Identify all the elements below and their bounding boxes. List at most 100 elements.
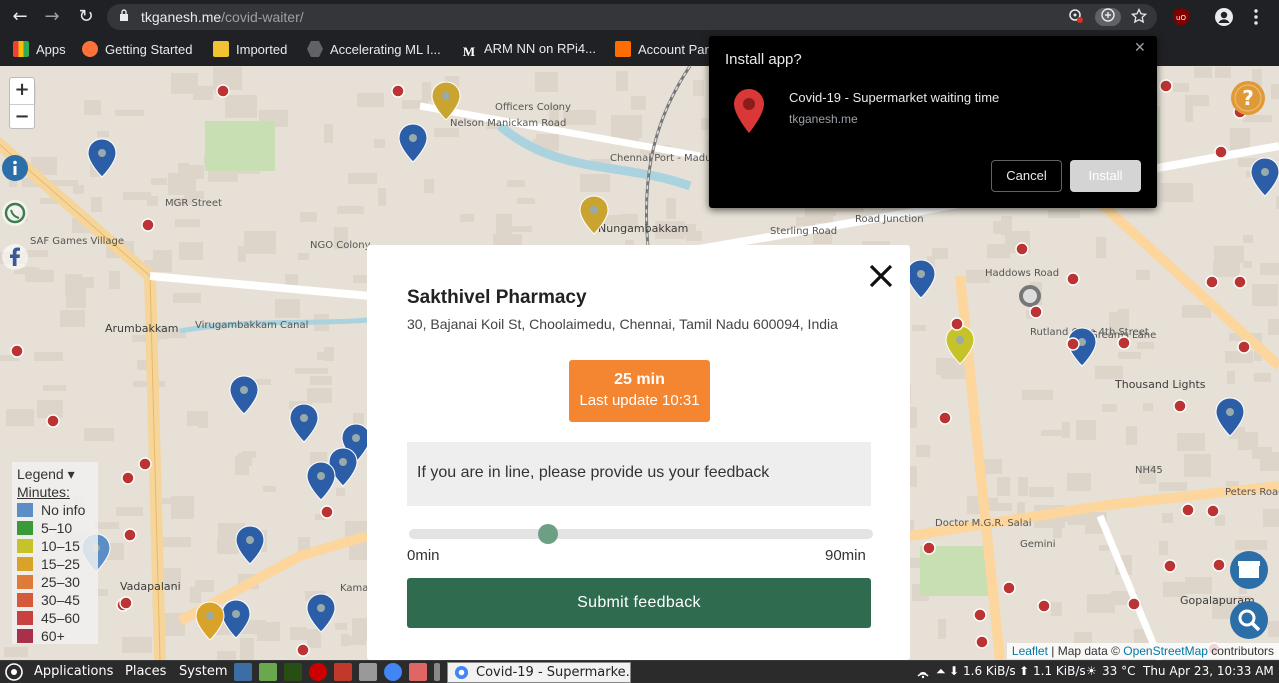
clock[interactable]: Thu Apr 23, 10:33 AM <box>1143 664 1274 678</box>
pharmacy-dot[interactable] <box>121 471 135 485</box>
legend-title[interactable]: Legend ▾ <box>17 465 93 483</box>
pharmacy-dot[interactable] <box>1159 79 1173 93</box>
bookmark-accelerating-ml[interactable]: Accelerating ML I... <box>307 41 441 59</box>
pharmacy-dot[interactable] <box>1181 503 1195 517</box>
pharmacy-dot[interactable] <box>1233 275 1247 289</box>
pharmacy-dot[interactable] <box>1066 272 1080 286</box>
pharmacy-dot[interactable] <box>1212 558 1226 572</box>
bookmark-arm-nn[interactable]: M ARM NN on RPi4... <box>461 41 596 60</box>
account-avatar-icon[interactable] <box>1214 7 1234 27</box>
zoom-out-button[interactable]: − <box>10 104 34 130</box>
reload-button[interactable]: ↻ <box>74 5 98 29</box>
pharmacy-dot[interactable] <box>922 541 936 555</box>
bookmark-star-icon[interactable] <box>1130 7 1148 26</box>
pharmacy-dot[interactable] <box>216 84 230 98</box>
terminal-icon[interactable] <box>334 663 352 681</box>
pharmacy-dot[interactable] <box>975 635 989 649</box>
notes-icon[interactable] <box>259 663 277 681</box>
pharmacy-dot[interactable] <box>1163 559 1177 573</box>
bookmark-imported[interactable]: Imported <box>213 41 287 59</box>
install-confirm-button[interactable]: Install <box>1070 160 1141 192</box>
help-icon[interactable]: ? <box>1229 79 1267 117</box>
wait-slider-track[interactable] <box>409 529 873 539</box>
pharmacy-dot[interactable] <box>296 643 310 657</box>
text-editor-icon[interactable] <box>234 663 252 681</box>
install-dialog-title: Install app? <box>725 51 802 68</box>
pharmacy-dot[interactable] <box>320 505 334 519</box>
legend-subtitle: Minutes: <box>17 484 70 500</box>
pharmacy-dot[interactable] <box>1015 242 1029 256</box>
screenshot-icon[interactable] <box>409 663 427 681</box>
pharmacy-dot[interactable] <box>1029 305 1043 319</box>
store-locate-icon[interactable] <box>1229 550 1269 590</box>
map-label: Vadapalani <box>120 580 181 593</box>
ublock-extension-icon[interactable]: uO <box>1171 7 1191 27</box>
pharmacy-dot[interactable] <box>1214 145 1228 159</box>
address-bar[interactable]: tkganesh.me/covid-waiter/ <box>107 4 1157 30</box>
install-app-icon[interactable] <box>1095 8 1121 26</box>
menu-kebab-icon[interactable] <box>1246 7 1266 27</box>
wifi-icon[interactable] <box>916 664 930 680</box>
location-blocked-icon[interactable] <box>1067 8 1085 26</box>
pharmacy-dot[interactable] <box>141 218 155 232</box>
system-menu[interactable]: System <box>179 664 227 679</box>
taskbar-active-window[interactable]: Covid-19 - Supermarke... <box>447 662 631 683</box>
pharmacy-dot[interactable] <box>1205 275 1219 289</box>
distro-logo-icon[interactable] <box>5 663 23 681</box>
install-dialog-close-icon[interactable]: ✕ <box>1134 40 1146 56</box>
wait-slider-thumb[interactable] <box>538 524 559 544</box>
app-pin-icon <box>734 89 764 133</box>
info-icon[interactable] <box>0 153 30 183</box>
legend-swatch <box>17 521 33 535</box>
leaflet-link[interactable]: Leaflet <box>1012 644 1048 658</box>
system-taskbar: Applications Places System Covid-19 - Su… <box>0 660 1279 683</box>
search-zoom-icon[interactable] <box>1229 600 1269 640</box>
pharmacy-dot[interactable] <box>938 411 952 425</box>
pharmacy-dot[interactable] <box>1117 336 1131 350</box>
legend-label: 5–10 <box>41 520 73 536</box>
weather-temp[interactable]: 33 °C <box>1102 664 1135 678</box>
pharmacy-dot[interactable] <box>119 596 133 610</box>
zoom-in-button[interactable]: + <box>10 78 34 104</box>
pharmacy-dot[interactable] <box>138 457 152 471</box>
legend-item: 10–15 <box>17 537 93 555</box>
facebook-icon[interactable] <box>0 242 30 272</box>
pharmacy-dot[interactable] <box>46 414 60 428</box>
slider-max-label: 90min <box>825 547 866 564</box>
osm-link[interactable]: OpenStreetMap <box>1123 644 1208 658</box>
map-legend: Legend ▾ Minutes: No info 5–10 10–15 15–25 2… <box>12 462 98 644</box>
marker-grey[interactable] <box>1019 285 1041 307</box>
pharmacy-dot[interactable] <box>10 344 24 358</box>
map-label: Nungambakkam <box>598 222 688 235</box>
pharmacy-dot[interactable] <box>950 317 964 331</box>
pharmacy-dot[interactable] <box>1066 337 1080 351</box>
pharmacy-dot[interactable] <box>1173 399 1187 413</box>
submit-feedback-button[interactable]: Submit feedback <box>407 578 871 628</box>
pharmacy-dot[interactable] <box>123 528 137 542</box>
pharmacy-dot[interactable] <box>391 84 405 98</box>
pharmacy-dot[interactable] <box>973 608 987 622</box>
close-icon[interactable] <box>867 262 895 290</box>
back-button[interactable]: ← <box>8 5 32 29</box>
chrome-icon[interactable] <box>384 663 402 681</box>
vpn-icon[interactable] <box>309 663 327 681</box>
whatsapp-icon[interactable] <box>0 198 30 228</box>
forward-button[interactable]: → <box>40 5 64 29</box>
system-monitor-icon[interactable] <box>284 663 302 681</box>
pharmacy-dot[interactable] <box>1237 340 1251 354</box>
bookmark-getting-started[interactable]: Getting Started <box>82 41 192 59</box>
pharmacy-dot[interactable] <box>1127 597 1141 611</box>
pharmacy-dot[interactable] <box>1206 504 1220 518</box>
pharmacy-dot[interactable] <box>1002 581 1016 595</box>
weather-sun-icon[interactable]: ☀ <box>1086 664 1097 678</box>
applications-menu[interactable]: Applications <box>34 664 113 679</box>
places-menu[interactable]: Places <box>125 664 166 679</box>
map-label: NGO Colony <box>310 240 371 251</box>
bookmark-account[interactable]: Account Par <box>615 41 709 59</box>
install-cancel-button[interactable]: Cancel <box>991 160 1062 192</box>
legend-label: 45–60 <box>41 610 80 626</box>
bookmark-apps[interactable]: Apps <box>13 41 66 59</box>
calculator-icon[interactable] <box>359 663 377 681</box>
legend-item: 45–60 <box>17 609 93 627</box>
pharmacy-dot[interactable] <box>1037 599 1051 613</box>
